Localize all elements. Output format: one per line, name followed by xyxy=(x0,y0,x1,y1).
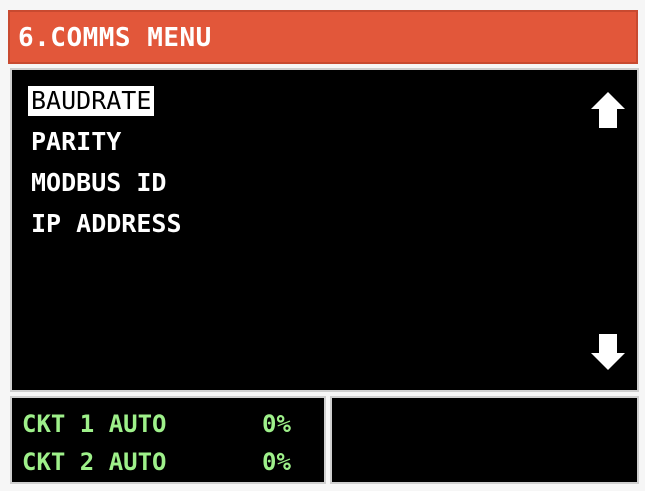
circuit-value: 0% xyxy=(262,448,291,476)
menu-item-ip-address[interactable]: IP ADDRESS xyxy=(28,209,185,239)
menu-item-modbus-id[interactable]: MODBUS ID xyxy=(28,168,169,198)
circuit-label: CKT 2 AUTO xyxy=(22,448,167,476)
page-title: 6.COMMS MENU xyxy=(18,23,212,53)
circuit-label: CKT 1 AUTO xyxy=(22,410,167,438)
info-panel xyxy=(330,396,639,484)
arrow-up-icon[interactable] xyxy=(588,90,628,130)
menu-item-baudrate[interactable]: BAUDRATE xyxy=(28,86,155,116)
circuit-status-panel: CKT 1 AUTO 0% CKT 2 AUTO 0% xyxy=(10,396,326,484)
menu-item-parity[interactable]: PARITY xyxy=(28,127,124,157)
arrow-down-icon[interactable] xyxy=(588,332,628,372)
hmi-screen: 6.COMMS MENU BAUDRATE PARITY MODBUS ID I… xyxy=(0,0,645,491)
circuit-status-row: CKT 2 AUTO 0% xyxy=(22,448,291,476)
title-bar: 6.COMMS MENU xyxy=(8,10,638,64)
circuit-value: 0% xyxy=(262,410,291,438)
circuit-status-row: CKT 1 AUTO 0% xyxy=(22,410,291,438)
menu-panel: BAUDRATE PARITY MODBUS ID IP ADDRESS xyxy=(10,68,639,392)
